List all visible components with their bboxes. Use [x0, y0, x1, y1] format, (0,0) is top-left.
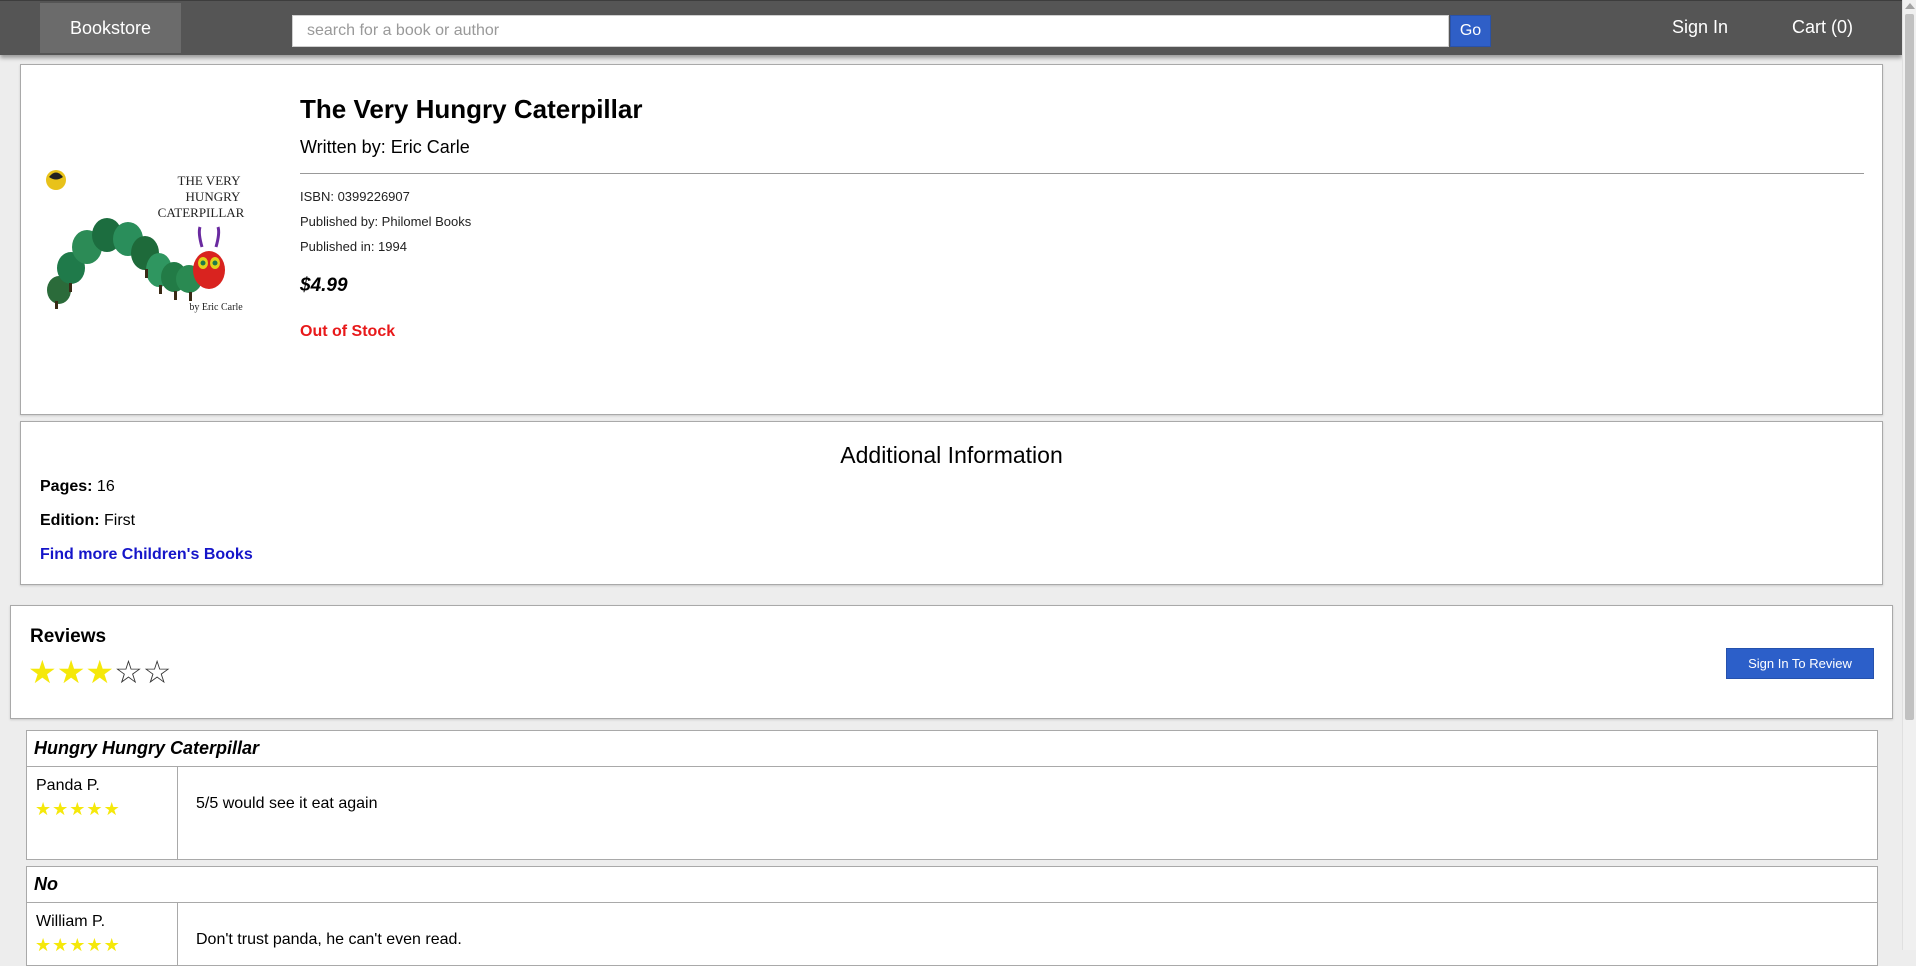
- filled-star-icon: ★: [56, 654, 86, 690]
- publisher-logo-icon: [46, 170, 66, 190]
- book-author: Written by: Eric Carle: [300, 137, 470, 157]
- average-rating-stars: ★★★☆☆: [28, 655, 171, 689]
- book-cover-image: THE VERY HUNGRY CATERPILLAR by Eric Carl…: [41, 165, 268, 325]
- reviewer-name: Panda P.: [36, 777, 100, 794]
- scroll-up-arrow-icon[interactable]: [1905, 3, 1915, 9]
- additional-info-panel: Additional Information Pages: 16 Edition…: [20, 421, 1883, 585]
- edition-value: First: [104, 512, 136, 529]
- filled-star-icon: ★: [69, 935, 87, 955]
- review-title-divider: [27, 902, 1877, 903]
- filled-star-icon: ★: [52, 935, 70, 955]
- review-title: Hungry Hungry Caterpillar: [34, 738, 260, 758]
- title-divider: [300, 173, 1864, 174]
- filled-star-icon: ★: [28, 654, 57, 690]
- sign-in-to-review-button[interactable]: Sign In To Review: [1726, 648, 1874, 679]
- filled-star-icon: ★: [86, 799, 104, 819]
- additional-info-heading: Additional Information: [840, 442, 1063, 468]
- search-go-button[interactable]: Go: [1450, 15, 1491, 47]
- review-title-divider: [27, 766, 1877, 767]
- empty-star-icon: ☆: [114, 654, 143, 690]
- review-rating-stars: ★★★★★: [35, 935, 121, 956]
- review-text: Don't trust panda, he can't even read.: [196, 931, 462, 948]
- filled-star-icon: ★: [35, 935, 53, 955]
- reviews-summary-panel: Reviews ★★★☆☆ Sign In To Review: [10, 605, 1893, 719]
- filled-star-icon: ★: [35, 799, 53, 819]
- find-more-childrens-books-link[interactable]: Find more Children's Books: [40, 546, 253, 564]
- empty-star-icon: ☆: [142, 654, 172, 690]
- filled-star-icon: ★: [103, 799, 121, 819]
- cover-title-line3: CATERPILLAR: [158, 205, 245, 220]
- page-scrollbar[interactable]: [1902, 0, 1916, 950]
- reviewer-name: William P.: [36, 913, 106, 930]
- book-details-panel: THE VERY HUNGRY CATERPILLAR by Eric Carl…: [20, 64, 1883, 415]
- scrollbar-thumb[interactable]: [1905, 14, 1914, 720]
- review-title: No: [34, 874, 58, 894]
- book-isbn: ISBN: 0399226907: [300, 189, 410, 204]
- review-rating-stars: ★★★★★: [35, 799, 121, 820]
- cover-title-line1: THE VERY: [178, 173, 242, 188]
- filled-star-icon: ★: [103, 935, 121, 955]
- stock-status: Out of Stock: [300, 323, 396, 340]
- pages-row: Pages: 16: [40, 478, 115, 496]
- cover-title-line2: HUNGRY: [186, 189, 242, 204]
- search-input[interactable]: [292, 15, 1449, 47]
- filled-star-icon: ★: [85, 654, 115, 690]
- pages-value: 16: [96, 478, 115, 495]
- filled-star-icon: ★: [69, 799, 87, 819]
- book-publisher: Published by: Philomel Books: [300, 214, 472, 229]
- reviews-heading: Reviews: [30, 626, 107, 647]
- filled-star-icon: ★: [86, 935, 104, 955]
- book-price: $4.99: [300, 275, 348, 296]
- review-text: 5/5 would see it eat again: [196, 795, 378, 812]
- edition-row: Edition: First: [40, 512, 135, 530]
- cart-link[interactable]: Cart (0): [1792, 17, 1853, 38]
- top-nav-bar: Bookstore Go Sign In Cart (0): [0, 0, 1902, 55]
- cover-byline: by Eric Carle: [189, 302, 243, 313]
- review-column-divider: [177, 766, 178, 859]
- sign-in-link[interactable]: Sign In: [1672, 17, 1728, 38]
- pages-label: Pages:: [40, 478, 93, 495]
- review-column-divider: [177, 902, 178, 965]
- bookstore-home-link[interactable]: Bookstore: [40, 3, 181, 53]
- review-card: Hungry Hungry Caterpillar Panda P. ★★★★★…: [26, 730, 1878, 860]
- edition-label: Edition:: [40, 512, 100, 529]
- book-publish-year: Published in: 1994: [300, 239, 407, 254]
- book-title: The Very Hungry Caterpillar: [300, 94, 643, 124]
- filled-star-icon: ★: [52, 799, 70, 819]
- review-card: No William P. ★★★★★ Don't trust panda, h…: [26, 866, 1878, 966]
